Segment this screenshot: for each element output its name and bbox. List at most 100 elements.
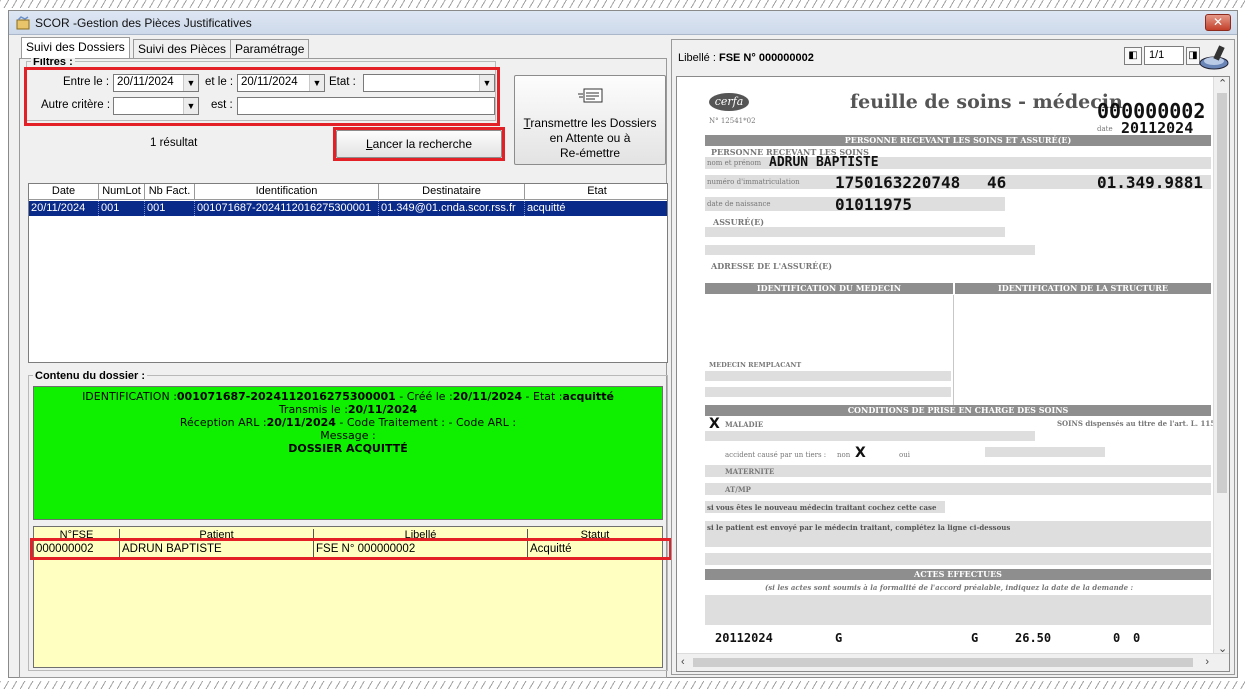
transmit-line3: Re-émettre xyxy=(559,146,621,160)
app-icon xyxy=(16,16,30,30)
soins-label: SOINS dispensés au titre de l'art. L. 11… xyxy=(1057,419,1216,428)
other-criteria-label: Autre critère : xyxy=(41,99,111,111)
oui-label: oui xyxy=(899,451,910,459)
status-line-4: Message : xyxy=(320,429,376,442)
torn-edge-top xyxy=(0,0,1245,8)
scroll-right-icon[interactable]: › xyxy=(1205,656,1209,668)
non-label: non xyxy=(837,451,851,459)
shade-date1 xyxy=(985,447,1105,457)
col-identification[interactable]: Identification xyxy=(195,184,379,200)
tab-parametrage[interactable]: Paramétrage xyxy=(230,39,310,58)
patient-name: ADRUN BAPTISTE xyxy=(769,155,879,170)
horizontal-scrollbar[interactable]: ‹ › xyxy=(677,653,1229,671)
col-statut[interactable]: Statut xyxy=(528,529,662,539)
id-value: 001071687-20241120162753000​01 xyxy=(176,390,396,403)
scroll-left-icon[interactable]: ‹ xyxy=(681,656,685,668)
is-label: est : xyxy=(211,99,233,111)
chevron-down-icon[interactable]: ▼ xyxy=(183,75,198,91)
transmit-button[interactable]: Transmettre les Dossiers en Attente ou à… xyxy=(514,75,666,165)
close-button[interactable]: ✕ xyxy=(1205,14,1231,31)
birth-date: 01011975 xyxy=(835,195,913,214)
contenu-legend: Contenu du dossier : xyxy=(33,370,147,382)
status-line-1: IDENTIFICATION :001071687-20241120162753… xyxy=(82,390,614,403)
window-title: SCOR -Gestion des Pièces Justificatives xyxy=(35,16,252,30)
dossiers-grid[interactable]: Date NumLot Nb Fact. Identification Dest… xyxy=(28,183,668,363)
from-date-combo[interactable]: 20/11/2024 ▼ xyxy=(113,74,199,92)
dossiers-grid-header: Date NumLot Nb Fact. Identification Dest… xyxy=(29,184,667,200)
ident-structure-bar: IDENTIFICATION DE LA STRUCTURE xyxy=(955,283,1211,294)
cell-date: 20/11/2024 xyxy=(29,201,99,216)
document-title: feuille de soins - médecin xyxy=(850,91,1123,113)
vertical-scroll-thumb[interactable] xyxy=(1217,93,1227,493)
chevron-down-icon[interactable]: ▼ xyxy=(479,75,494,91)
col-patient[interactable]: Patient xyxy=(120,529,314,539)
assure-label: ASSURÉ(E) xyxy=(713,217,764,227)
vertical-scrollbar[interactable]: ⌃ ⌄ xyxy=(1213,77,1229,655)
col-nfse[interactable]: N°FSE xyxy=(34,529,120,539)
cell-identification: 001071687-20241120162753000​01 xyxy=(195,201,379,216)
table-row[interactable]: 20/11/2024 001 001 001071687-20241120162… xyxy=(29,201,667,216)
col-destinataire[interactable]: Destinataire xyxy=(379,184,525,200)
immatriculation-value: 1750163220748 xyxy=(835,173,961,192)
to-date-label: et le : xyxy=(205,76,234,88)
scanned-document: cerfa N° 12541*02 feuille de soins - méd… xyxy=(705,85,1215,645)
act-amount: 26.50 xyxy=(1015,631,1052,645)
date-label: date xyxy=(1097,125,1113,133)
app-window: SCOR -Gestion des Pièces Justificatives … xyxy=(8,10,1238,678)
col-numlot[interactable]: NumLot xyxy=(99,184,145,200)
col-date[interactable]: Date xyxy=(29,184,99,200)
state-combo[interactable]: ▼ xyxy=(363,74,495,92)
tab-suivi-dossiers[interactable]: Suivi des Dossiers xyxy=(21,37,130,58)
scanner-icon[interactable] xyxy=(1198,43,1230,71)
act-zero-2: 0 xyxy=(1133,631,1141,645)
filters-group: Filtres : Entre le : 20/11/2024 ▼ et le … xyxy=(26,56,496,121)
libelle-value: FSE N° 000000002 xyxy=(718,52,814,64)
col-nbfact[interactable]: Nb Fact. xyxy=(145,184,195,200)
chevron-down-icon[interactable]: ▼ xyxy=(183,98,198,114)
criteria-value-input[interactable] xyxy=(237,97,495,115)
prev-page-icon[interactable]: ◧ xyxy=(1124,47,1142,65)
other-criteria-combo[interactable]: ▼ xyxy=(113,97,199,115)
envoye-line: si le patient est envoyé par le médecin … xyxy=(707,523,1011,532)
divider-line xyxy=(953,295,954,407)
shade-maternite xyxy=(705,465,1211,477)
accident-label: accident causé par un tiers : xyxy=(725,451,827,459)
state-value-bold: acquitté xyxy=(562,390,614,403)
col-libelle[interactable]: Libellé xyxy=(314,529,528,539)
col-etat[interactable]: Etat xyxy=(525,184,669,200)
act-code-2: G xyxy=(971,631,979,645)
cerfa-logo: cerfa xyxy=(709,93,749,111)
search-button[interactable]: Lancer la recherche xyxy=(336,130,502,158)
to-date-combo[interactable]: 20/11/2024 ▼ xyxy=(237,74,325,92)
state-label: Etat : xyxy=(329,76,356,88)
table-row[interactable]: 000000002 ADRUN BAPTISTE FSE N° 00000000… xyxy=(34,541,662,558)
fse-grid-header: N°FSE Patient Libellé Statut xyxy=(34,527,662,540)
dossier-status-panel: IDENTIFICATION :001071687-20241120162753… xyxy=(33,386,663,520)
immatriculation-label: numéro d'immatriculation xyxy=(707,178,800,186)
chevron-down-icon[interactable]: ▼ xyxy=(309,75,324,91)
page-field[interactable]: 1/1 xyxy=(1144,46,1184,65)
status-line-2: Transmis le :20/11/2024 xyxy=(278,403,418,416)
act-code: G xyxy=(835,631,843,645)
medecin-remplacant-label: MEDECIN REMPLACANT xyxy=(709,361,802,369)
status-line-3: Réception ARL :20/11/2024 - Code Traitem… xyxy=(179,416,517,429)
conditions-bar: CONDITIONS DE PRISE EN CHARGE DES SOINS xyxy=(705,405,1211,416)
scroll-up-icon[interactable]: ⌃ xyxy=(1218,77,1227,90)
horizontal-scroll-thumb[interactable] xyxy=(693,658,1193,667)
contenu-dossier-group: Contenu du dossier : IDENTIFICATION :001… xyxy=(28,370,668,671)
arl-value: 20/11/2024 xyxy=(266,416,336,429)
created-value: 20/11/2024 xyxy=(452,390,523,403)
tab-suivi-pieces[interactable]: Suivi des Pièces xyxy=(133,39,232,58)
status-message: DOSSIER ACQUITTÉ xyxy=(288,442,408,455)
address-label: ADRESSE DE L'ASSURÉ(E) xyxy=(711,261,833,271)
document-viewer[interactable]: cerfa N° 12541*02 feuille de soins - méd… xyxy=(676,76,1230,672)
maladie-mark: X xyxy=(709,416,720,432)
cell-numlot: 001 xyxy=(99,201,145,216)
shade-acces xyxy=(705,553,1211,565)
cell-nbfact: 001 xyxy=(145,201,195,216)
shade-assure xyxy=(705,227,1005,237)
fse-grid[interactable]: N°FSE Patient Libellé Statut 000000002 A… xyxy=(33,526,663,668)
result-count: 1 résultat xyxy=(150,137,198,149)
shade-remp1 xyxy=(705,371,951,381)
document-viewer-pane: Libellé : FSE N° 000000002 ◧ 1/1 ◨ cerfa… xyxy=(671,39,1235,675)
